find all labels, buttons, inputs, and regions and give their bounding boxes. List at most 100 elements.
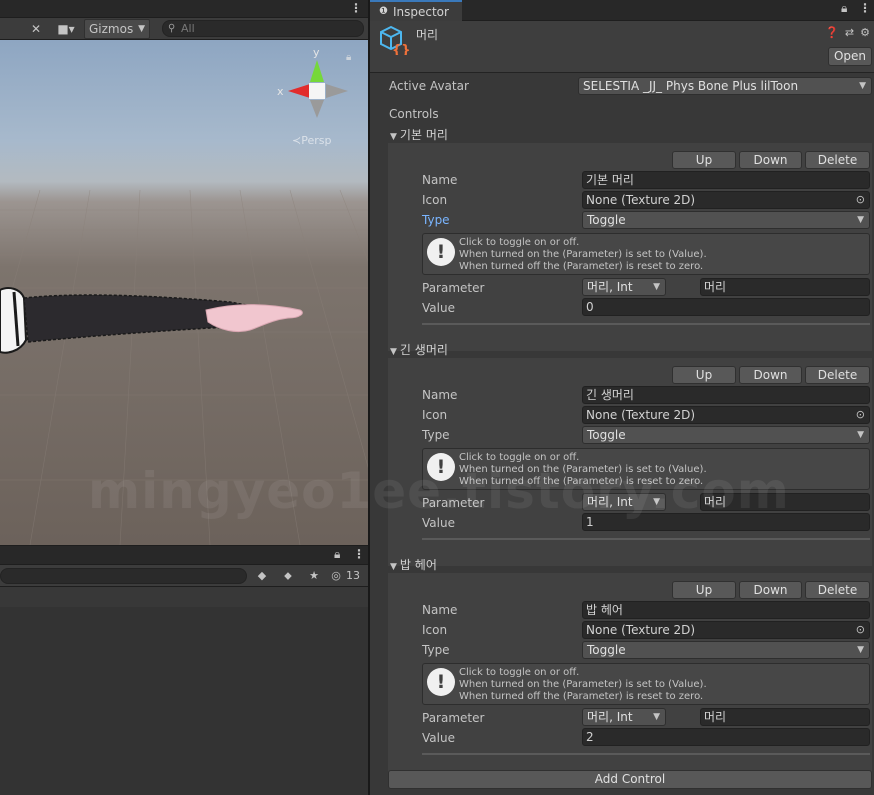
filter-by-label-icon[interactable]: ⬥ [278, 568, 298, 584]
down-button[interactable]: Down [739, 366, 802, 384]
control-box: Up Down Delete Name 기본 머리 Icon None (Tex… [388, 143, 872, 351]
parameter-dropdown[interactable]: 머리, Int ▼ [582, 278, 666, 296]
control-foldout[interactable]: ▼ 밥 헤어 [390, 556, 437, 573]
name-field[interactable]: 밥 헤어 [582, 601, 870, 619]
icon-label: Icon [422, 193, 448, 207]
parameter-dropdown[interactable]: 머리, Int ▼ [582, 493, 666, 511]
value-field[interactable]: 0 [582, 298, 870, 316]
chevron-down-icon: ▼ [857, 215, 864, 225]
active-avatar-dropdown[interactable]: SELESTIA _JJ_ Phys Bone Plus lilToon ▼ [578, 77, 872, 95]
inspector-header: {} 머리 ❓ ⇄ ⚙ Open [370, 21, 874, 73]
gizmos-button[interactable]: Gizmos ▼ [84, 19, 150, 39]
hierarchy-more-menu-icon[interactable]: ⋮ [353, 547, 365, 561]
scene-viewport[interactable]: y x 🔒︎ ≺Persp [0, 40, 368, 545]
search-icon: ⚲ [168, 23, 176, 34]
object-picker-icon[interactable]: ⊙ [856, 192, 865, 208]
warning-icon: ! [427, 238, 455, 266]
hierarchy-lock-icon[interactable]: 🔒︎ [334, 547, 340, 562]
camera-dropdown-icon[interactable]: ■▾ [50, 19, 82, 39]
up-button[interactable]: Up [672, 366, 736, 384]
hierarchy-search-input[interactable] [0, 568, 247, 584]
active-avatar-label: Active Avatar [389, 79, 469, 93]
parameter-name-field[interactable]: 머리 [700, 708, 870, 726]
persp-icon: ≺ [292, 134, 302, 147]
scene-search-input[interactable]: ⚲ All [162, 20, 364, 37]
orientation-gizmo[interactable] [288, 60, 348, 118]
type-dropdown[interactable]: Toggle ▼ [582, 426, 870, 444]
hidden-eye-icon[interactable]: ◎ [330, 568, 342, 584]
up-button[interactable]: Up [672, 151, 736, 169]
help-box: ! Click to toggle on or off. When turned… [422, 233, 870, 275]
chevron-down-icon: ▼ [653, 712, 660, 722]
down-button[interactable]: Down [739, 151, 802, 169]
delete-button[interactable]: Delete [805, 366, 870, 384]
down-button[interactable]: Down [739, 581, 802, 599]
svg-text:{}: {} [392, 43, 409, 55]
value-field[interactable]: 2 [582, 728, 870, 746]
script-cube-icon: {} [380, 25, 409, 55]
icon-field[interactable]: None (Texture 2D) ⊙ [582, 191, 870, 209]
icon-label: Icon [422, 408, 448, 422]
inspector-tab-label: Inspector [392, 4, 449, 19]
object-name: 머리 [416, 28, 439, 42]
foldout-triangle-icon: ▼ [390, 132, 397, 142]
icon-field[interactable]: None (Texture 2D) ⊙ [582, 621, 870, 639]
type-dropdown[interactable]: Toggle ▼ [582, 211, 870, 229]
inspector-body: Active Avatar SELESTIA _JJ_ Phys Bone Pl… [370, 73, 874, 795]
settings-gear-icon[interactable]: ⚙ [860, 26, 870, 39]
icon-field[interactable]: None (Texture 2D) ⊙ [582, 406, 870, 424]
chevron-down-icon: ▼ [857, 430, 864, 440]
control-box: Up Down Delete Name 긴 생머리 Icon None (Tex… [388, 358, 872, 566]
inspector-more-menu-icon[interactable]: ⋮ [859, 1, 871, 15]
parameter-label: Parameter [422, 496, 485, 510]
value-field[interactable]: 1 [582, 513, 870, 531]
filter-by-type-icon[interactable]: ◆ [252, 568, 272, 584]
parameter-dropdown[interactable]: 머리, Int ▼ [582, 708, 666, 726]
control-box: Up Down Delete Name 밥 헤어 Icon None (Text… [388, 573, 872, 781]
presets-icon[interactable]: ⇄ [845, 26, 854, 39]
divider [422, 753, 870, 755]
parameter-name-field[interactable]: 머리 [700, 278, 870, 296]
help-icon[interactable]: ❓ [825, 26, 839, 39]
scene-tab-strip: ⋮ [0, 0, 368, 18]
scene-lock-icon[interactable]: 🔒︎ [346, 52, 351, 63]
scene-more-menu-icon[interactable]: ⋮ [350, 1, 362, 15]
delete-button[interactable]: Delete [805, 151, 870, 169]
hierarchy-list[interactable] [0, 587, 368, 795]
tab-inspector[interactable]: ❶ Inspector [370, 0, 462, 21]
parameter-label: Parameter [422, 711, 485, 725]
chevron-down-icon: ▼ [653, 282, 660, 292]
type-label: Type [422, 213, 450, 227]
name-field[interactable]: 긴 생머리 [582, 386, 870, 404]
list-item[interactable] [0, 587, 368, 607]
perspective-label[interactable]: ≺Persp [292, 134, 331, 147]
tools-icon[interactable]: ✕ [26, 19, 46, 39]
scene-toolbar: ✕ ■▾ Gizmos ▼ ⚲ All [0, 18, 368, 40]
inspector-lock-icon[interactable]: 🔒︎ [841, 1, 847, 16]
delete-button[interactable]: Delete [805, 581, 870, 599]
active-avatar-value: SELESTIA _JJ_ Phys Bone Plus lilToon [583, 79, 799, 93]
object-picker-icon[interactable]: ⊙ [856, 622, 865, 638]
parameter-name-field[interactable]: 머리 [700, 493, 870, 511]
name-field[interactable]: 기본 머리 [582, 171, 870, 189]
avatar-arm [0, 287, 303, 354]
inspector-panel: ❶ Inspector 🔒︎ ⋮ {} 머리 ❓ ⇄ ⚙ Open Active… [370, 0, 874, 795]
open-button[interactable]: Open [828, 47, 872, 66]
value-label: Value [422, 516, 455, 530]
object-picker-icon[interactable]: ⊙ [856, 407, 865, 423]
chevron-down-icon: ▼ [653, 497, 660, 507]
hierarchy-tab-strip: 🔒︎ ⋮ [0, 545, 368, 565]
gizmos-dropdown-arrow-icon[interactable]: ▼ [138, 24, 145, 34]
up-button[interactable]: Up [672, 581, 736, 599]
add-control-button[interactable]: Add Control [388, 770, 872, 789]
help-box: ! Click to toggle on or off. When turned… [422, 663, 870, 705]
favorite-star-icon[interactable]: ★ [304, 568, 324, 584]
scene-canvas: y x [0, 46, 368, 545]
icon-label: Icon [422, 623, 448, 637]
control-foldout[interactable]: ▼ 기본 머리 [390, 126, 448, 143]
control-foldout[interactable]: ▼ 긴 생머리 [390, 341, 448, 358]
type-dropdown[interactable]: Toggle ▼ [582, 641, 870, 659]
value-label: Value [422, 731, 455, 745]
divider [422, 323, 870, 325]
type-label: Type [422, 428, 450, 442]
